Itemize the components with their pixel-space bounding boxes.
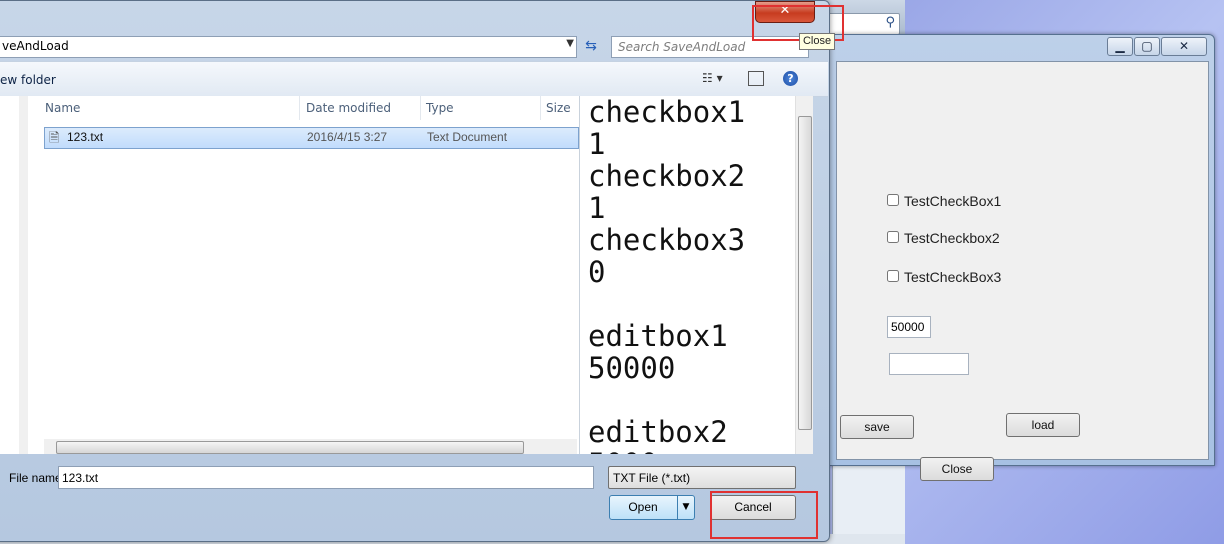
address-path: veAndLoad xyxy=(2,39,69,53)
app-close-button[interactable]: ✕ xyxy=(1161,37,1207,56)
preview-pane-icon[interactable] xyxy=(748,71,764,86)
column-header-date[interactable]: Date modified xyxy=(306,96,421,120)
checkbox-3-label: TestCheckBox3 xyxy=(904,269,1002,285)
search-input[interactable]: Search SaveAndLoad xyxy=(618,40,745,54)
app-client-area: TestCheckBox1 TestCheckbox2 TestCheckBox… xyxy=(836,61,1209,481)
open-file-dialog: ✕ veAndLoad ▼ ⇆ Search SaveAndLoad ew fo… xyxy=(0,0,830,542)
open-button-label: Open xyxy=(628,500,658,514)
preview-text: checkbox1 1 checkbox2 1 checkbox3 0 edit… xyxy=(588,96,746,454)
change-view-icon[interactable]: ☷ ▾ xyxy=(702,71,723,85)
editbox-1[interactable]: 50000 xyxy=(887,316,931,338)
file-name-label: File name: xyxy=(9,471,66,485)
cancel-highlight-box xyxy=(710,491,818,539)
checkbox-1-label: TestCheckBox1 xyxy=(904,193,1002,209)
chevron-down-icon[interactable]: ▼ xyxy=(566,38,574,49)
new-folder-button[interactable]: ew folder xyxy=(0,73,56,87)
preview-scroll-thumb[interactable] xyxy=(798,116,812,430)
close-tooltip: Close xyxy=(799,33,835,50)
save-and-load-app-window: ▁ ▢ ✕ TestCheckBox1 TestCheckbox2 TestCh… xyxy=(828,34,1215,481)
dialog-toolbar: ew folder ☷ ▾ ? xyxy=(0,61,828,97)
editbox-2[interactable] xyxy=(889,353,969,375)
search-icon: ⚲ xyxy=(885,15,895,30)
file-name-input[interactable]: 123.txt xyxy=(58,466,594,489)
file-name-value: 123.txt xyxy=(62,471,99,485)
file-date-cell: 2016/4/15 3:27 xyxy=(307,130,388,144)
horizontal-scroll-thumb[interactable] xyxy=(56,441,524,454)
file-name-cell: 123.txt xyxy=(67,130,104,144)
save-button[interactable]: save xyxy=(840,415,914,439)
checkbox-2[interactable] xyxy=(887,231,902,246)
minimize-button[interactable]: ▁ xyxy=(1107,37,1133,56)
table-row[interactable]: 🗎 123.txt 2016/4/15 3:27 Text Document xyxy=(44,127,579,149)
open-button[interactable]: Open ▼ xyxy=(609,495,695,520)
column-header-type[interactable]: Type xyxy=(426,96,541,120)
preview-pane: checkbox1 1 checkbox2 1 checkbox3 0 edit… xyxy=(579,96,796,454)
help-icon[interactable]: ? xyxy=(783,71,798,86)
column-header-size[interactable]: Size xyxy=(546,96,579,120)
file-type-select[interactable]: TXT File (*.txt) xyxy=(608,466,796,489)
checkbox-1[interactable] xyxy=(887,194,902,209)
close-button[interactable]: Close xyxy=(920,457,994,481)
file-list[interactable]: Name Date modified Type Size 🗎 123.txt 2… xyxy=(28,96,579,454)
file-type-cell: Text Document xyxy=(427,130,508,144)
background-window-fragment xyxy=(832,462,905,544)
horizontal-scrollbar[interactable] xyxy=(44,439,577,454)
refresh-icon[interactable]: ⇆ xyxy=(580,36,602,56)
load-button[interactable]: load xyxy=(1006,413,1080,437)
address-bar[interactable]: veAndLoad ▼ xyxy=(0,36,577,58)
navigation-pane[interactable] xyxy=(0,96,35,454)
preview-scrollbar[interactable] xyxy=(795,96,813,454)
column-header-name[interactable]: Name xyxy=(45,96,300,120)
chevron-down-icon[interactable]: ▼ xyxy=(677,496,694,519)
checkbox-2-label: TestCheckbox2 xyxy=(904,230,1000,246)
text-file-icon: 🗎 xyxy=(49,130,60,145)
maximize-button[interactable]: ▢ xyxy=(1134,37,1160,56)
file-type-value: TXT File (*.txt) xyxy=(613,471,691,485)
checkbox-3[interactable] xyxy=(887,270,902,285)
